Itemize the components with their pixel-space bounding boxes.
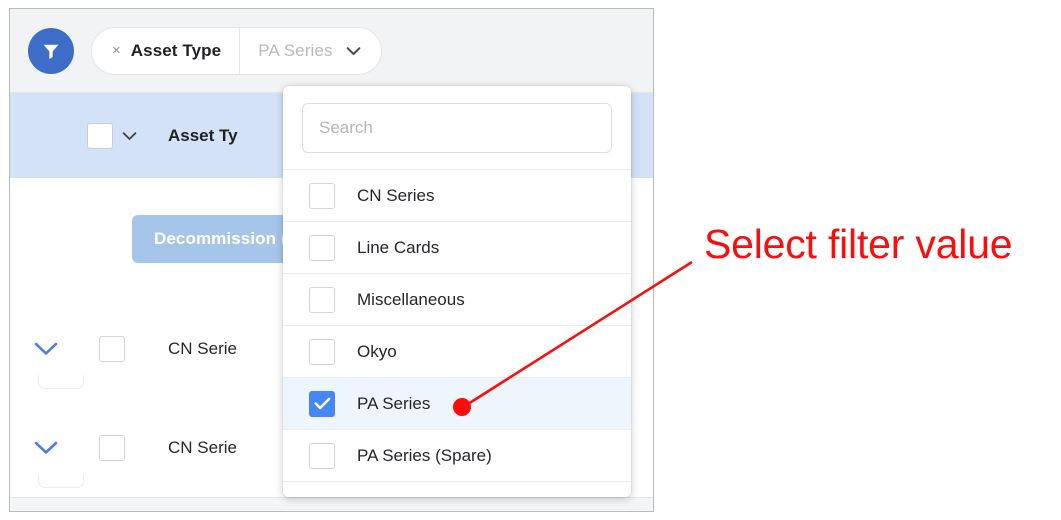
option-checkbox[interactable] — [309, 286, 335, 313]
row-asset-type-label: CN Serie — [168, 338, 237, 358]
select-all-checkbox-cell[interactable] — [82, 122, 142, 149]
dropdown-option-pa-series-spare[interactable]: PA Series (Spare) — [283, 430, 631, 482]
close-x-icon[interactable]: × — [112, 43, 121, 58]
table-footer-strip — [10, 497, 653, 511]
option-label: CN Series — [357, 185, 435, 205]
checkmark-icon — [313, 397, 330, 410]
filter-chip[interactable]: × Asset Type PA Series — [91, 26, 382, 75]
dropdown-option-cn-series[interactable]: CN Series — [283, 170, 631, 222]
option-label: Line Cards — [357, 237, 440, 257]
option-checkbox[interactable] — [309, 182, 335, 209]
row-checkbox[interactable] — [99, 434, 125, 461]
filter-chip-field-label: Asset Type — [130, 40, 222, 60]
option-label: PA Series (Spare) — [357, 445, 492, 465]
option-checkbox[interactable] — [309, 442, 335, 469]
option-label: Miscellaneous — [357, 289, 465, 309]
row-checkbox-cell[interactable] — [82, 434, 142, 461]
row-expander-outline — [38, 375, 84, 389]
row-asset-type-label: CN Serie — [168, 437, 237, 457]
search-input[interactable] — [302, 103, 612, 153]
option-label: PA Series — [357, 393, 431, 413]
select-all-checkbox[interactable] — [87, 122, 113, 149]
row-checkbox-cell[interactable] — [82, 335, 142, 362]
row-expander-outline — [38, 474, 84, 488]
filter-chip-field[interactable]: × Asset Type — [92, 27, 241, 74]
row-expander[interactable] — [10, 341, 82, 356]
filter-value-dropdown[interactable]: CN Series Line Cards Miscellaneous Okyo … — [283, 86, 631, 497]
chevron-down-icon[interactable] — [122, 131, 137, 141]
chevron-down-icon — [34, 441, 58, 454]
column-header-asset-type[interactable]: Asset Ty — [168, 126, 238, 146]
dropdown-option-line-cards[interactable]: Line Cards — [283, 222, 631, 274]
row-expander[interactable] — [10, 440, 82, 455]
dropdown-option-miscellaneous[interactable]: Miscellaneous — [283, 274, 631, 326]
option-checkbox[interactable] — [309, 234, 335, 261]
dropdown-option-okyo[interactable]: Okyo — [283, 326, 631, 378]
row-checkbox[interactable] — [99, 335, 125, 362]
funnel-icon — [40, 40, 62, 62]
option-checkbox-checked[interactable] — [309, 390, 335, 417]
filter-toolbar: × Asset Type PA Series — [10, 9, 653, 93]
dropdown-bottom-padding — [283, 482, 631, 497]
option-label: Okyo — [357, 341, 397, 361]
chevron-down-icon[interactable] — [346, 46, 361, 56]
filter-chip-value-dropdown[interactable]: PA Series — [240, 28, 380, 74]
option-checkbox[interactable] — [309, 338, 335, 365]
filter-button[interactable] — [28, 27, 74, 74]
dropdown-option-pa-series[interactable]: PA Series — [283, 378, 631, 430]
chevron-down-icon — [34, 342, 58, 355]
filter-chip-value-label: PA Series — [258, 40, 333, 60]
dropdown-search-container — [283, 86, 631, 170]
annotation-text: Select filter value — [704, 221, 1013, 267]
